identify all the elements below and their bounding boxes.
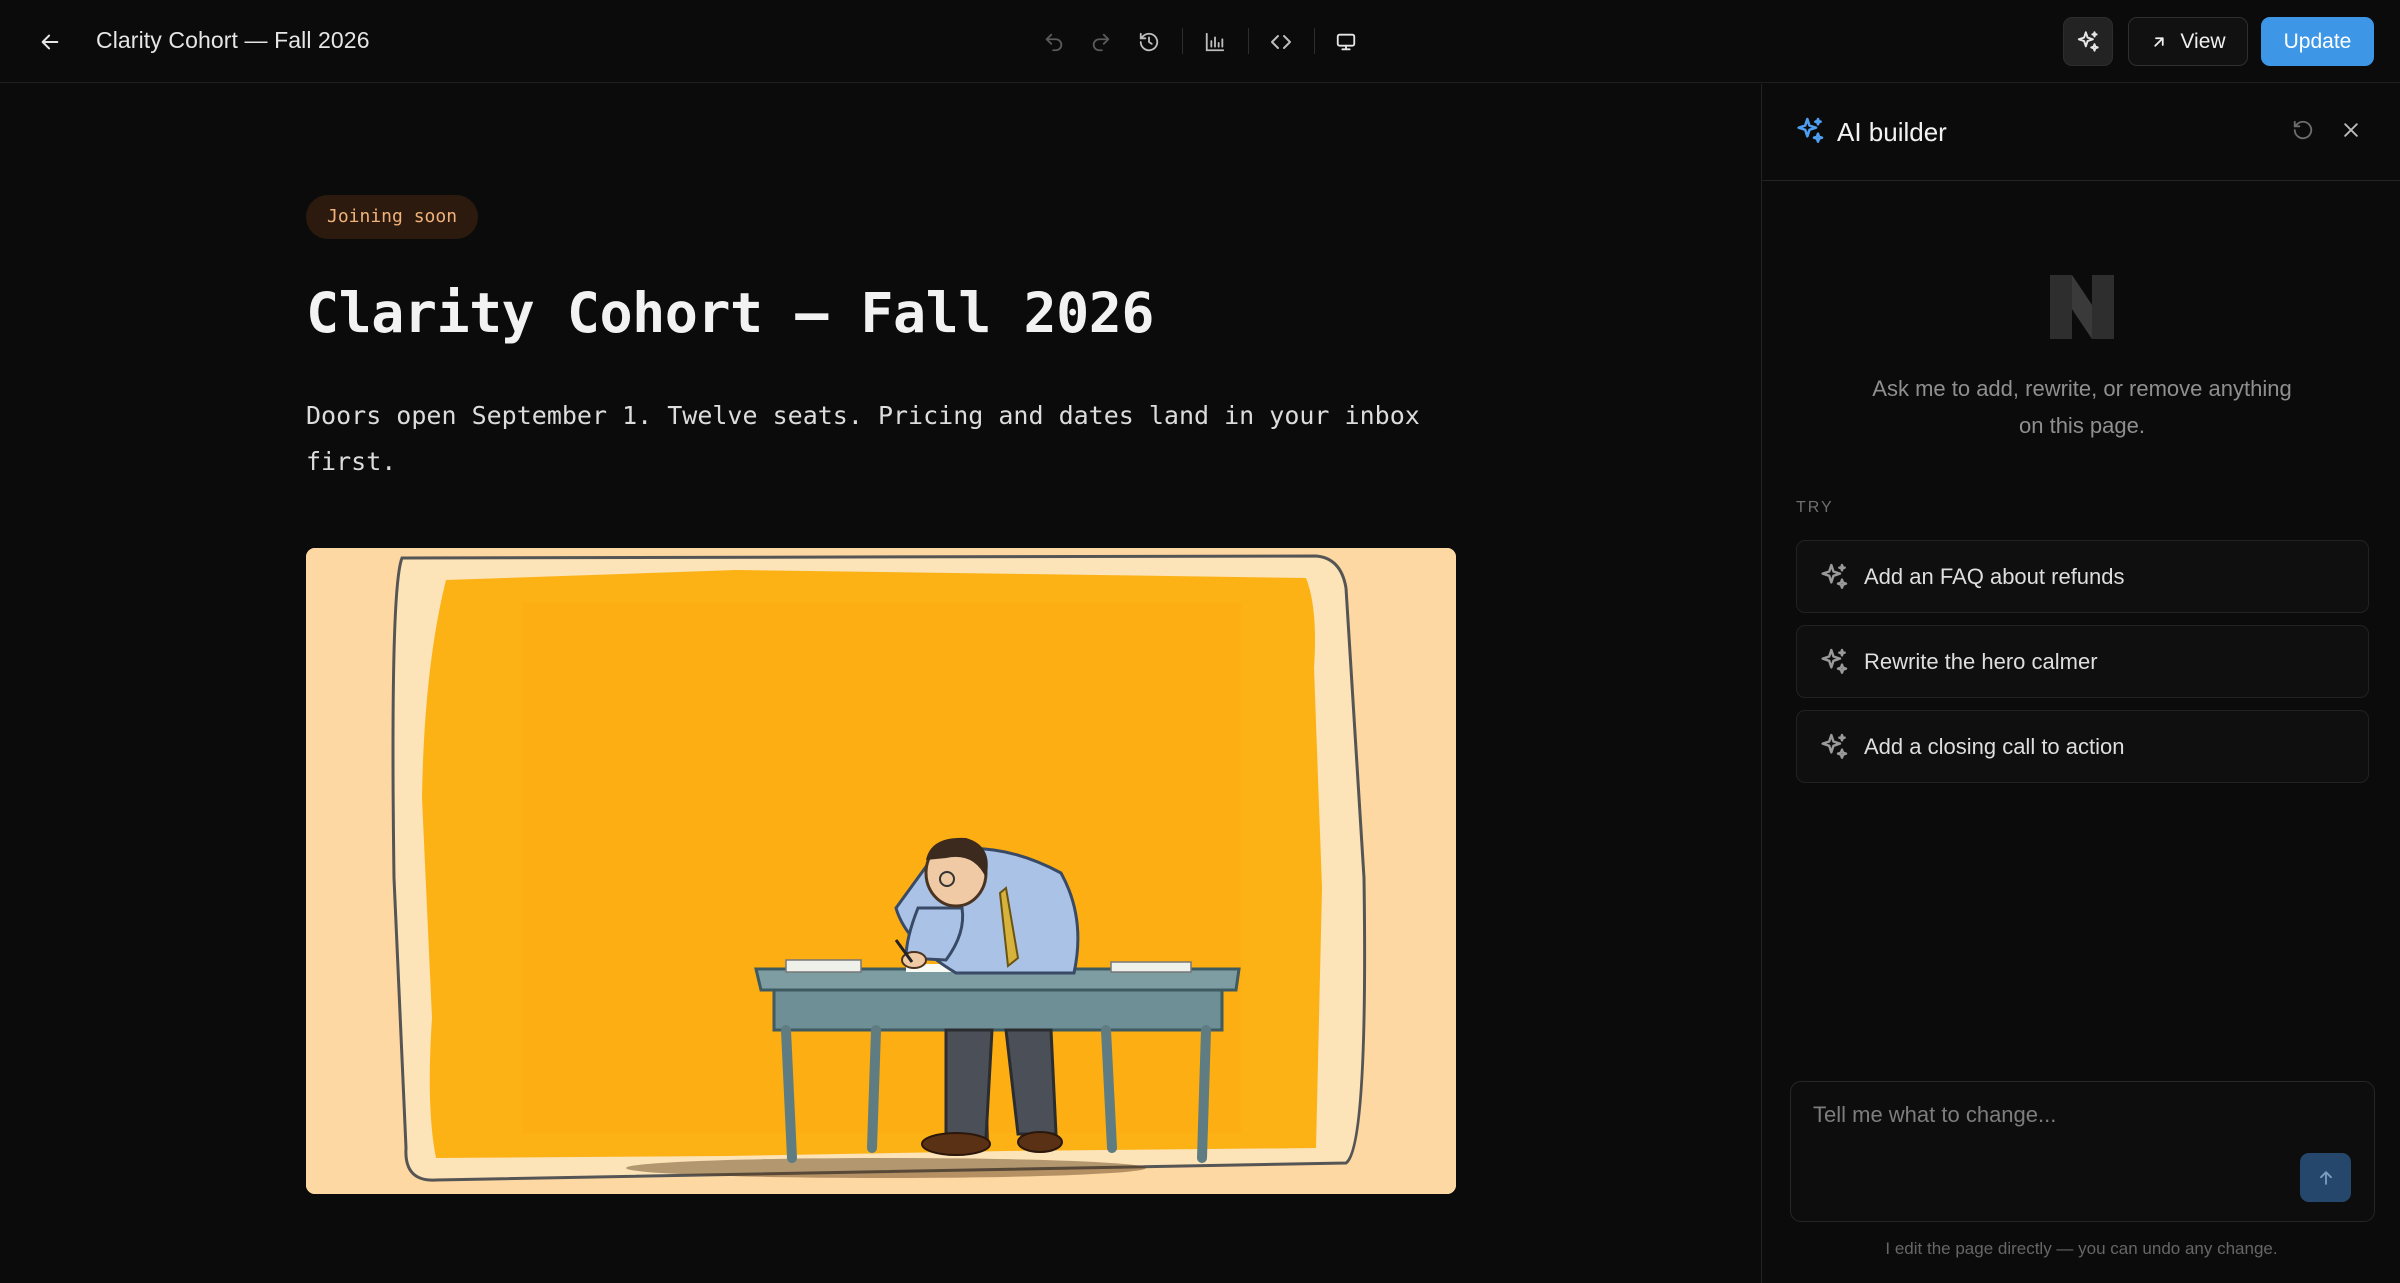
back-button[interactable] xyxy=(30,22,70,62)
code-button[interactable] xyxy=(1261,22,1301,62)
analytics-button[interactable] xyxy=(1195,22,1235,62)
suggestion-rewrite-hero[interactable]: Rewrite the hero calmer xyxy=(1796,625,2369,698)
desktop-preview-button[interactable] xyxy=(1326,22,1366,62)
hero-subtitle[interactable]: Doors open September 1. Twelve seats. Pr… xyxy=(306,393,1466,485)
hero-illustration xyxy=(306,548,1456,1194)
code-icon xyxy=(1271,35,1291,49)
composer-input[interactable] xyxy=(1813,1102,2313,1128)
view-button[interactable]: View xyxy=(2128,17,2248,66)
suggestion-add-faq[interactable]: Add an FAQ about refunds xyxy=(1796,540,2369,613)
suggestion-closing-cta[interactable]: Add a closing call to action xyxy=(1796,710,2369,783)
desktop-preview-icon xyxy=(1336,33,1356,51)
history-icon xyxy=(1139,32,1159,52)
reset-conversation-button[interactable] xyxy=(2283,110,2323,150)
undo-icon xyxy=(1045,33,1063,52)
hero-image[interactable] xyxy=(306,548,1456,1194)
arrow-left-icon xyxy=(41,34,59,50)
redo-icon xyxy=(1092,33,1110,52)
page-canvas: Joining soon Clarity Cohort — Fall 2026 … xyxy=(0,84,1761,1283)
composer xyxy=(1790,1081,2375,1222)
arrow-up-right-icon xyxy=(2154,36,2165,47)
history-button[interactable] xyxy=(1129,22,1169,62)
top-toolbar: Clarity Cohort — Fall 2026 View Update xyxy=(0,0,2400,83)
sparkles-icon xyxy=(1797,117,1824,143)
sparkles-icon xyxy=(1821,563,1848,589)
sparkles-icon xyxy=(1821,648,1848,674)
analytics-icon xyxy=(1205,32,1225,52)
status-badge[interactable]: Joining soon xyxy=(306,195,479,239)
logo-icon xyxy=(2050,275,2114,339)
toolbar-divider xyxy=(1314,28,1315,54)
suggestion-label: Add a closing call to action xyxy=(1864,733,2125,759)
panel-title: AI builder xyxy=(1837,117,1947,147)
ai-builder-toggle-button[interactable] xyxy=(2063,17,2113,66)
suggestion-label: Rewrite the hero calmer xyxy=(1864,648,2098,674)
panel-header: AI builder xyxy=(1762,84,2400,181)
view-button-label: View xyxy=(2180,29,2226,53)
page-name: Clarity Cohort — Fall 2026 xyxy=(96,27,370,53)
update-button-label: Update xyxy=(2283,29,2352,53)
sparkles-icon xyxy=(2077,30,2099,52)
composer-footnote: I edit the page directly — you can undo … xyxy=(1885,1239,2278,1258)
undo-button[interactable] xyxy=(1034,22,1074,62)
send-button[interactable] xyxy=(2300,1153,2351,1202)
rotate-ccw-icon xyxy=(2293,120,2313,140)
arrow-up-icon xyxy=(2319,1170,2332,1185)
try-label: TRY xyxy=(1796,499,1834,516)
ai-builder-panel: AI builder Ask me to add, rewrite, or re… xyxy=(1761,84,2400,1283)
redo-button[interactable] xyxy=(1081,22,1121,62)
toolbar-divider xyxy=(1182,28,1183,54)
hero-title[interactable]: Clarity Cohort — Fall 2026 xyxy=(306,281,1154,345)
close-icon xyxy=(2344,123,2358,137)
suggestion-label: Add an FAQ about refunds xyxy=(1864,563,2125,589)
close-panel-button[interactable] xyxy=(2331,110,2371,150)
toolbar-divider xyxy=(1248,28,1249,54)
sparkles-icon xyxy=(1821,733,1848,759)
update-button[interactable]: Update xyxy=(2261,17,2374,66)
panel-intro-text: Ask me to add, rewrite, or remove anythi… xyxy=(1872,376,2292,438)
